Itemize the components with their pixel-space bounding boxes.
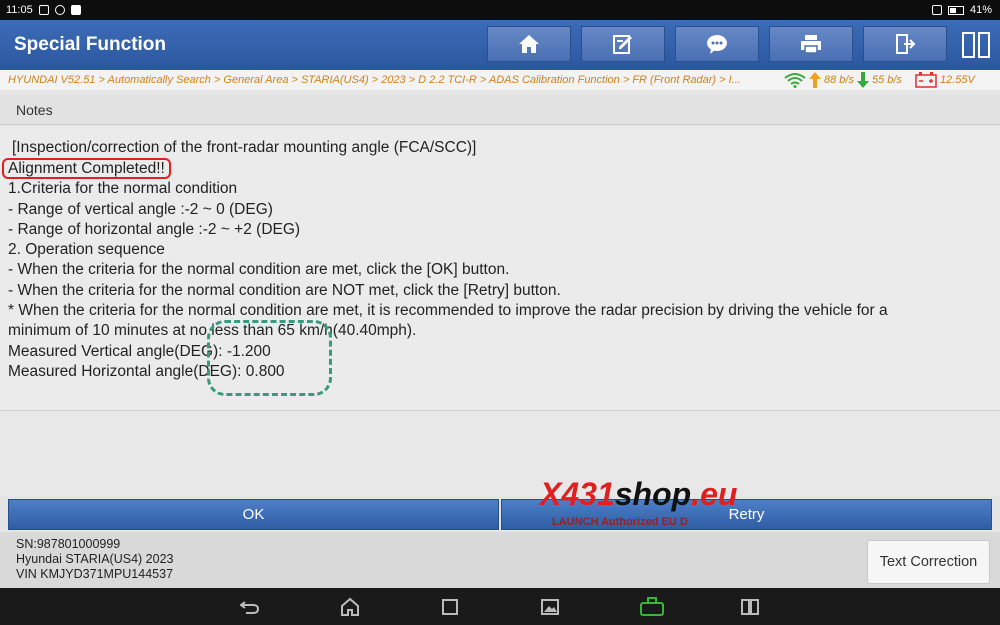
status-bar: 11:05 41% xyxy=(0,0,1000,20)
home-nav-button[interactable] xyxy=(339,596,361,618)
download-arrow-icon xyxy=(856,72,869,88)
vci-button[interactable] xyxy=(639,596,665,618)
battery-voltage-icon xyxy=(915,72,937,88)
upload-arrow-icon xyxy=(809,72,821,88)
watermark-logo: X431shop.eu xyxy=(540,476,738,512)
empty-area xyxy=(0,411,1000,496)
system-nav-bar xyxy=(0,588,1000,625)
upload-rate: 88 b/s xyxy=(824,74,854,86)
serial-number: SN:987801000999 xyxy=(16,537,121,551)
notes-content: [Inspection/correction of the front-rada… xyxy=(0,126,1000,411)
split-screen-icon xyxy=(741,599,759,615)
message-button[interactable] xyxy=(675,26,759,62)
vehicle-info-footer: SN:987801000999 Hyundai STARIA(US4) 2023… xyxy=(0,532,1000,588)
print-icon xyxy=(801,35,821,54)
alignment-status: Alignment Completed!! xyxy=(2,158,171,179)
breadcrumb: HYUNDAI V52.51 > Automatically Search > … xyxy=(8,74,741,86)
battery-icon xyxy=(947,5,964,15)
cast-icon xyxy=(931,5,942,15)
back-button[interactable] xyxy=(239,596,261,618)
recents-icon xyxy=(442,599,458,615)
notes-line: 1.Criteria for the normal condition xyxy=(8,180,238,197)
notes-line: * When the criteria for the normal condi… xyxy=(8,302,888,319)
split-screen-button[interactable] xyxy=(739,596,761,618)
notes-line: - Range of horizontal angle :-2 ~ +2 (DE… xyxy=(8,221,301,238)
title-bar: Special Function xyxy=(0,20,1000,70)
notes-line: - When the criteria for the normal condi… xyxy=(8,282,561,299)
edit-button[interactable] xyxy=(581,26,665,62)
voltage-reading: 12.55V xyxy=(939,74,975,86)
battery-level: 41% xyxy=(969,4,992,16)
video-icon xyxy=(70,5,81,15)
notes-line: - When the criteria for the normal condi… xyxy=(8,261,510,278)
print-button[interactable] xyxy=(769,26,853,62)
recents-button[interactable] xyxy=(439,596,461,618)
screenshot-button[interactable] xyxy=(539,596,561,618)
vci-icon xyxy=(640,597,664,616)
exit-icon xyxy=(896,34,916,54)
vehicle-vin: VIN KMJYD371MPU144537 xyxy=(16,567,174,581)
split-view-button[interactable] xyxy=(962,32,990,58)
settings-status-icon xyxy=(54,5,65,15)
ok-button[interactable]: OK xyxy=(8,499,499,530)
image-icon xyxy=(541,599,559,615)
notes-header: Notes xyxy=(0,95,1000,125)
alignment-completed-label: Alignment Completed!! xyxy=(2,158,171,179)
edit-icon xyxy=(613,35,632,54)
notes-line: - Range of vertical angle :-2 ~ 0 (DEG) xyxy=(8,201,273,218)
action-buttons: OK Retry xyxy=(8,499,992,530)
notes-line: [Inspection/correction of the front-rada… xyxy=(12,139,477,156)
split-view-icon xyxy=(962,32,975,58)
notes-line: 2. Operation sequence xyxy=(8,241,165,258)
download-rate: 55 b/s xyxy=(871,74,902,86)
back-icon xyxy=(240,601,260,614)
breadcrumb-bar: HYUNDAI V52.51 > Automatically Search > … xyxy=(0,70,1000,90)
exit-button[interactable] xyxy=(863,26,947,62)
message-icon xyxy=(707,35,727,54)
status-time: 11:05 xyxy=(6,4,33,16)
home-nav-icon xyxy=(341,597,359,616)
dashed-annotation-box xyxy=(207,320,332,396)
page-title: Special Function xyxy=(14,34,167,55)
connection-stats: 88 b/s 55 b/s 12.55V xyxy=(784,72,975,88)
home-icon xyxy=(519,35,539,53)
vehicle-info: SN:987801000999 Hyundai STARIA(US4) 2023… xyxy=(16,537,173,582)
home-button[interactable] xyxy=(487,26,571,62)
vehicle-model: Hyundai STARIA(US4) 2023 xyxy=(16,552,174,566)
notification-icon xyxy=(38,5,49,15)
wifi-icon xyxy=(784,73,806,88)
watermark-subtitle: LAUNCH Authorized EU D xyxy=(552,516,688,528)
text-correction-button[interactable]: Text Correction xyxy=(867,540,990,584)
